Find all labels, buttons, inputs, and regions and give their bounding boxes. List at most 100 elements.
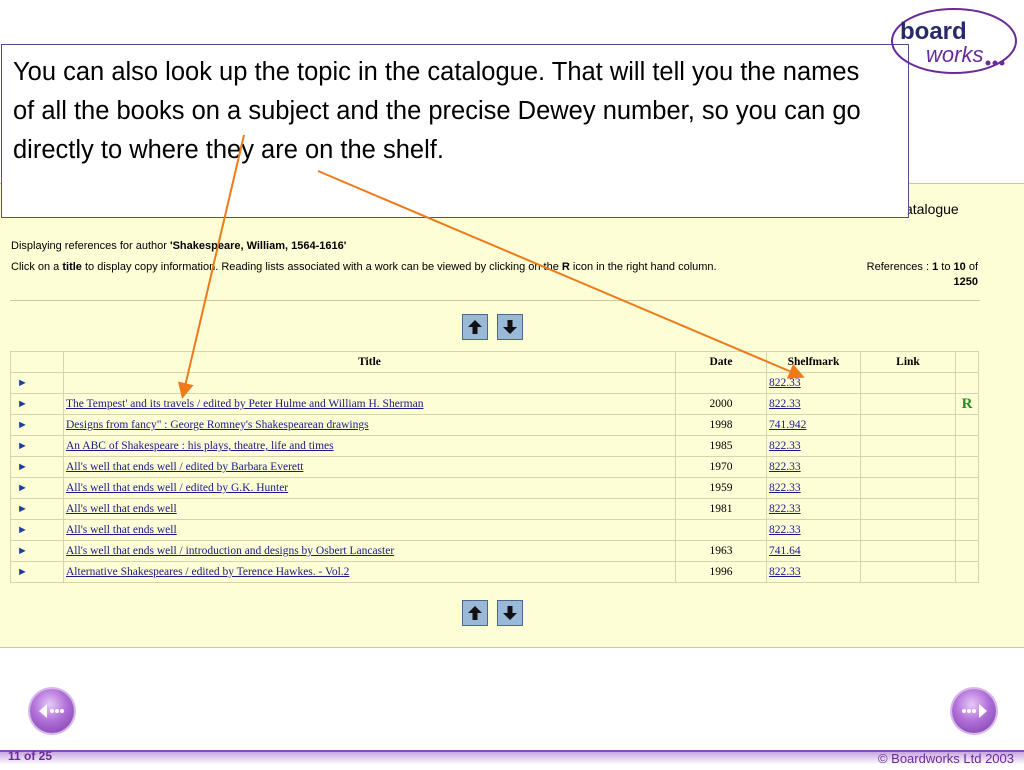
link-cell xyxy=(860,456,956,478)
date-cell: 1970 xyxy=(675,456,767,478)
row-arrow-icon[interactable]: ► xyxy=(10,414,64,436)
catalogue-panel: atalogue Displaying references for autho… xyxy=(0,183,1024,648)
previous-page-button[interactable] xyxy=(462,314,488,340)
table-row: ► All's well that ends well / edited by B… xyxy=(10,456,979,478)
results-table: Title Date Shelfmark Link ► 822.33 ► The Te… xyxy=(10,351,979,583)
previous-page-button-bottom[interactable] xyxy=(462,600,488,626)
reading-list-icon[interactable] xyxy=(955,540,979,562)
boardworks-logo: board works xyxy=(891,8,1017,74)
shelfmark-cell: 822.33 xyxy=(766,477,861,499)
row-arrow-icon[interactable]: ► xyxy=(10,540,64,562)
link-cell xyxy=(860,414,956,436)
header-title[interactable]: Title xyxy=(63,351,676,373)
table-row: ► All's well that ends well / introductio… xyxy=(10,540,979,562)
shelfmark-link[interactable]: 822.33 xyxy=(769,503,801,515)
date-cell: 1996 xyxy=(675,561,767,583)
title-cell: All's well that ends well / edited by G.… xyxy=(63,477,676,499)
table-row: ► An ABC of Shakespeare : his plays, thea… xyxy=(10,435,979,457)
forward-arrow-icon xyxy=(962,704,987,718)
reading-list-icon[interactable] xyxy=(955,477,979,499)
reading-list-icon[interactable] xyxy=(955,372,979,394)
title-link[interactable]: The Tempest' and its travels / edited by… xyxy=(66,398,423,410)
row-arrow-icon[interactable]: ► xyxy=(10,498,64,520)
author-line: Displaying references for author 'Shakes… xyxy=(11,240,346,252)
shelfmark-link[interactable]: 822.33 xyxy=(769,398,801,410)
table-row: ► 822.33 xyxy=(10,372,979,394)
shelfmark-link[interactable]: 822.33 xyxy=(769,377,801,389)
instruction-pre: Click on a xyxy=(11,261,63,273)
shelfmark-cell: 822.33 xyxy=(766,393,861,415)
shelfmark-cell: 741.64 xyxy=(766,540,861,562)
table-row: ► The Tempest' and its travels / edited b… xyxy=(10,393,979,415)
shelfmark-cell: 822.33 xyxy=(766,561,861,583)
title-cell: All's well that ends well / edited by Ba… xyxy=(63,456,676,478)
header-date[interactable]: Date xyxy=(675,351,767,373)
shelfmark-cell: 822.33 xyxy=(766,435,861,457)
arrow-down-icon xyxy=(503,320,517,334)
shelfmark-cell: 822.33 xyxy=(766,498,861,520)
reading-list-icon[interactable] xyxy=(955,414,979,436)
next-page-button-bottom[interactable] xyxy=(497,600,523,626)
table-header-row: Title Date Shelfmark Link xyxy=(10,351,979,373)
references-count: References : 1 to 10 of 1250 xyxy=(839,260,978,290)
shelfmark-link[interactable]: 741.942 xyxy=(769,419,806,431)
row-arrow-icon[interactable]: ► xyxy=(10,519,64,541)
refs-of: of xyxy=(965,261,978,273)
row-arrow-icon[interactable]: ► xyxy=(10,477,64,499)
shelfmark-link[interactable]: 822.33 xyxy=(769,482,801,494)
date-cell xyxy=(675,372,767,394)
reading-list-icon[interactable] xyxy=(955,456,979,478)
title-link[interactable]: All's well that ends well / introduction… xyxy=(66,545,394,557)
instruction-post: icon in the right hand column. xyxy=(569,261,717,273)
shelfmark-link[interactable]: 822.33 xyxy=(769,440,801,452)
table-row: ► All's well that ends well / edited by G… xyxy=(10,477,979,499)
row-arrow-icon[interactable]: ► xyxy=(10,372,64,394)
logo-line1: board xyxy=(900,18,967,45)
previous-slide-button[interactable] xyxy=(30,689,74,733)
table-row: ► Designs from fancy" : George Romney's S… xyxy=(10,414,979,436)
instruction-mid: to display copy information. Reading lis… xyxy=(81,261,562,273)
title-link[interactable]: All's well that ends well / edited by Ba… xyxy=(66,461,303,473)
title-cell: The Tempest' and its travels / edited by… xyxy=(63,393,676,415)
shelfmark-link[interactable]: 822.33 xyxy=(769,566,801,578)
refs-to-word: to xyxy=(938,261,954,273)
title-link[interactable]: Alternative Shakespeares / edited by Ter… xyxy=(66,566,349,578)
row-arrow-icon[interactable]: ► xyxy=(10,456,64,478)
date-cell: 1998 xyxy=(675,414,767,436)
link-cell xyxy=(860,561,956,583)
link-cell xyxy=(860,435,956,457)
row-arrow-icon[interactable]: ► xyxy=(10,561,64,583)
title-link[interactable]: All's well that ends well / edited by G.… xyxy=(66,482,288,494)
title-link[interactable]: Designs from fancy" : George Romney's Sh… xyxy=(66,419,369,431)
date-cell: 1959 xyxy=(675,477,767,499)
date-cell: 1981 xyxy=(675,498,767,520)
table-row: ► All's well that ends well 1981 822.33 xyxy=(10,498,979,520)
header-link: Link xyxy=(860,351,956,373)
header-shelfmark[interactable]: Shelfmark xyxy=(766,351,861,373)
reading-list-icon[interactable] xyxy=(955,561,979,583)
next-slide-button[interactable] xyxy=(952,689,996,733)
table-row: ► All's well that ends well 822.33 xyxy=(10,519,979,541)
row-arrow-icon[interactable]: ► xyxy=(10,393,64,415)
title-link[interactable]: All's well that ends well xyxy=(66,524,177,536)
arrow-up-icon xyxy=(468,320,482,334)
arrow-up-icon xyxy=(468,606,482,620)
shelfmark-link[interactable]: 822.33 xyxy=(769,461,801,473)
reading-list-icon[interactable]: R xyxy=(955,393,979,415)
reading-list-icon[interactable] xyxy=(955,519,979,541)
logo-line2: works xyxy=(926,42,983,67)
shelfmark-link[interactable]: 822.33 xyxy=(769,524,801,536)
copyright: © Boardworks Ltd 2003 xyxy=(877,751,1014,766)
reading-list-icon[interactable] xyxy=(955,435,979,457)
next-page-button[interactable] xyxy=(497,314,523,340)
link-cell xyxy=(860,519,956,541)
link-cell xyxy=(860,477,956,499)
title-link[interactable]: All's well that ends well xyxy=(66,503,177,515)
title-link[interactable]: An ABC of Shakespeare : his plays, theat… xyxy=(66,440,334,452)
reading-list-icon[interactable] xyxy=(955,498,979,520)
title-cell xyxy=(63,372,676,394)
slide-number: 11 of 25 xyxy=(8,749,53,763)
shelfmark-link[interactable]: 741.64 xyxy=(769,545,801,557)
date-cell: 1985 xyxy=(675,435,767,457)
row-arrow-icon[interactable]: ► xyxy=(10,435,64,457)
